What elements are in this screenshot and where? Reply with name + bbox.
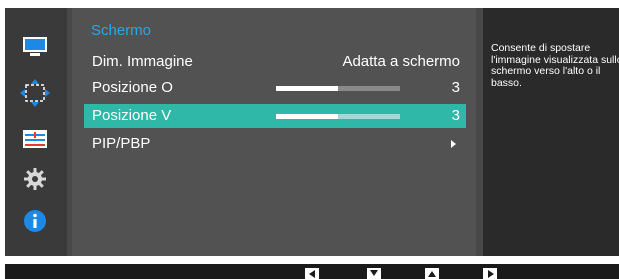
menu-item-posizione-o[interactable]: Posizione O 3 <box>84 76 466 100</box>
info-icon[interactable] <box>20 208 50 234</box>
sidebar <box>5 8 67 256</box>
menu-title: Schermo <box>91 22 152 39</box>
level-bar-fill <box>276 114 338 119</box>
menu-item-value: 3 <box>451 107 460 124</box>
menu-item-posizione-v[interactable]: Posizione V 3 <box>84 104 466 128</box>
left-arrow-icon[interactable] <box>305 268 319 279</box>
help-text: Consente di spostare l'immagine visualiz… <box>491 42 619 89</box>
menu-panel: Schermo Dim. Immagine Adatta a schermo P… <box>72 8 476 256</box>
menu-item-label: Dim. Immagine <box>92 53 193 70</box>
level-bar <box>276 114 400 119</box>
down-arrow-icon[interactable] <box>367 268 381 279</box>
settings-panel-icon[interactable] <box>20 126 50 152</box>
menu-item-label: Posizione V <box>92 107 172 124</box>
menu-item-label: Posizione O <box>92 79 173 96</box>
gear-icon[interactable] <box>20 166 50 192</box>
right-arrow-icon[interactable] <box>483 268 497 279</box>
submenu-arrow-icon <box>451 140 456 148</box>
menu-item-value: 3 <box>451 79 460 96</box>
monitor-icon[interactable] <box>20 34 50 60</box>
menu-item-value: Adatta a schermo <box>342 53 460 70</box>
key-guide-bar <box>5 264 619 279</box>
up-arrow-icon[interactable] <box>425 268 439 279</box>
menu-item-label: PIP/PBP <box>92 135 151 152</box>
menu-item-dim-immagine[interactable]: Dim. Immagine Adatta a schermo <box>84 50 466 74</box>
menu-item-pip-pbp[interactable]: PIP/PBP <box>84 132 466 156</box>
level-bar <box>276 86 400 91</box>
position-arrows-icon[interactable] <box>20 79 50 107</box>
help-panel: Consente di spostare l'immagine visualiz… <box>483 8 619 256</box>
level-bar-fill <box>276 86 338 91</box>
